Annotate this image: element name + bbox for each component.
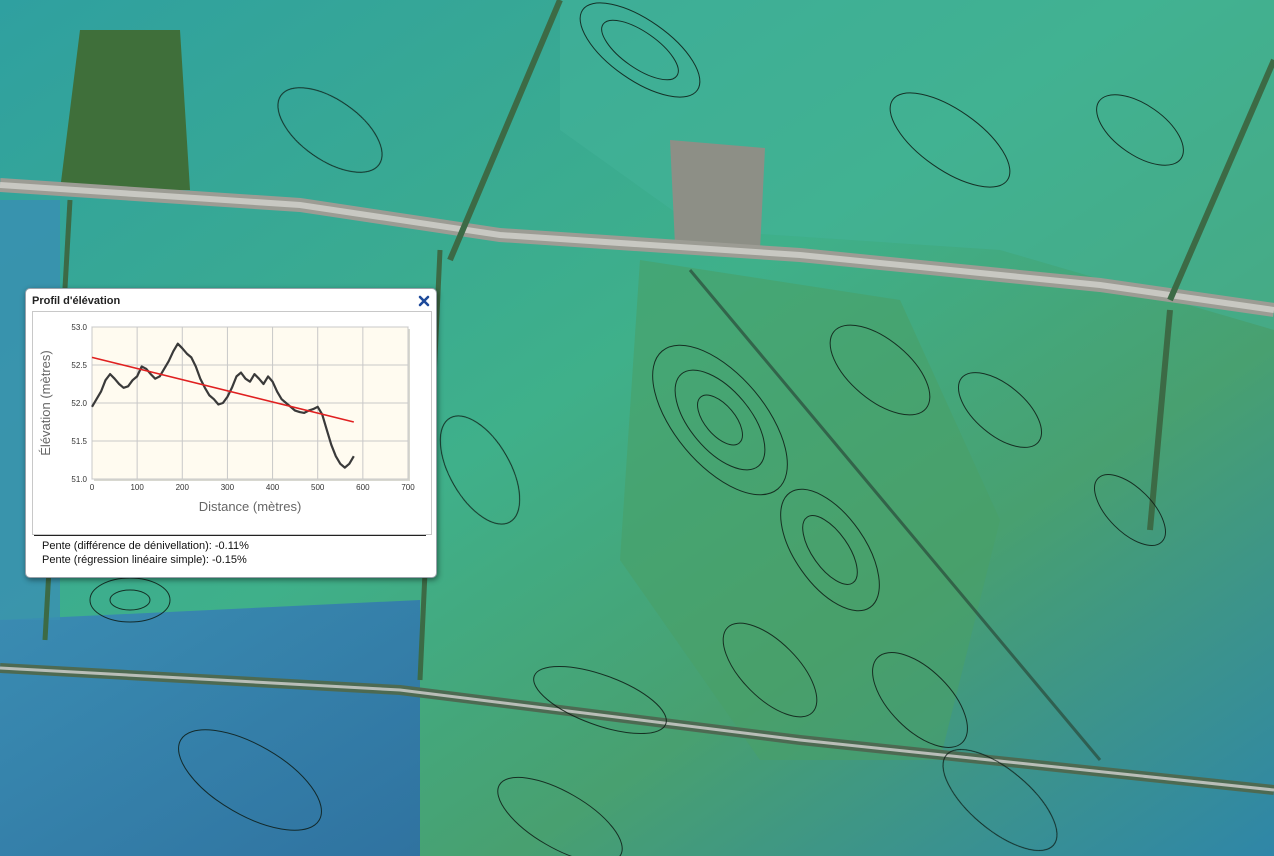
y-tick-label: 53.0	[71, 323, 87, 332]
x-tick-label: 400	[266, 483, 280, 492]
y-tick-label: 52.0	[71, 399, 87, 408]
x-tick-label: 700	[401, 483, 415, 492]
divider	[34, 535, 426, 536]
y-tick-label: 51.0	[71, 475, 87, 484]
close-x-icon[interactable]	[417, 294, 431, 308]
elevation-chart-svg: 0 100 200 300 400 500 600 700 51.0 51.5 52.0 52.5 53…	[38, 323, 415, 514]
slope-difference-text: Pente (différence de dénivellation): -0.…	[42, 540, 249, 552]
panel-header[interactable]: Profil d'élévation	[26, 289, 436, 311]
y-tick-label: 52.5	[71, 361, 87, 370]
panel-title: Profil d'élévation	[32, 295, 121, 307]
x-tick-label: 100	[130, 483, 144, 492]
x-tick-label: 300	[221, 483, 235, 492]
x-axis-title: Distance (mètres)	[199, 499, 302, 514]
elevation-profile-panel: Profil d'élévation 0 100 200 300 400 500 600 70…	[25, 288, 437, 578]
y-axis-title: Élévation (mètres)	[38, 350, 53, 455]
x-tick-label: 0	[90, 483, 95, 492]
elevation-chart: 0 100 200 300 400 500 600 700 51.0 51.5 52.0 52.5 53…	[32, 311, 432, 535]
x-tick-label: 200	[176, 483, 190, 492]
x-tick-label: 500	[311, 483, 325, 492]
slope-regression-text: Pente (régression linéaire simple): -0.1…	[42, 554, 247, 566]
y-tick-label: 51.5	[71, 437, 87, 446]
x-tick-label: 600	[356, 483, 370, 492]
